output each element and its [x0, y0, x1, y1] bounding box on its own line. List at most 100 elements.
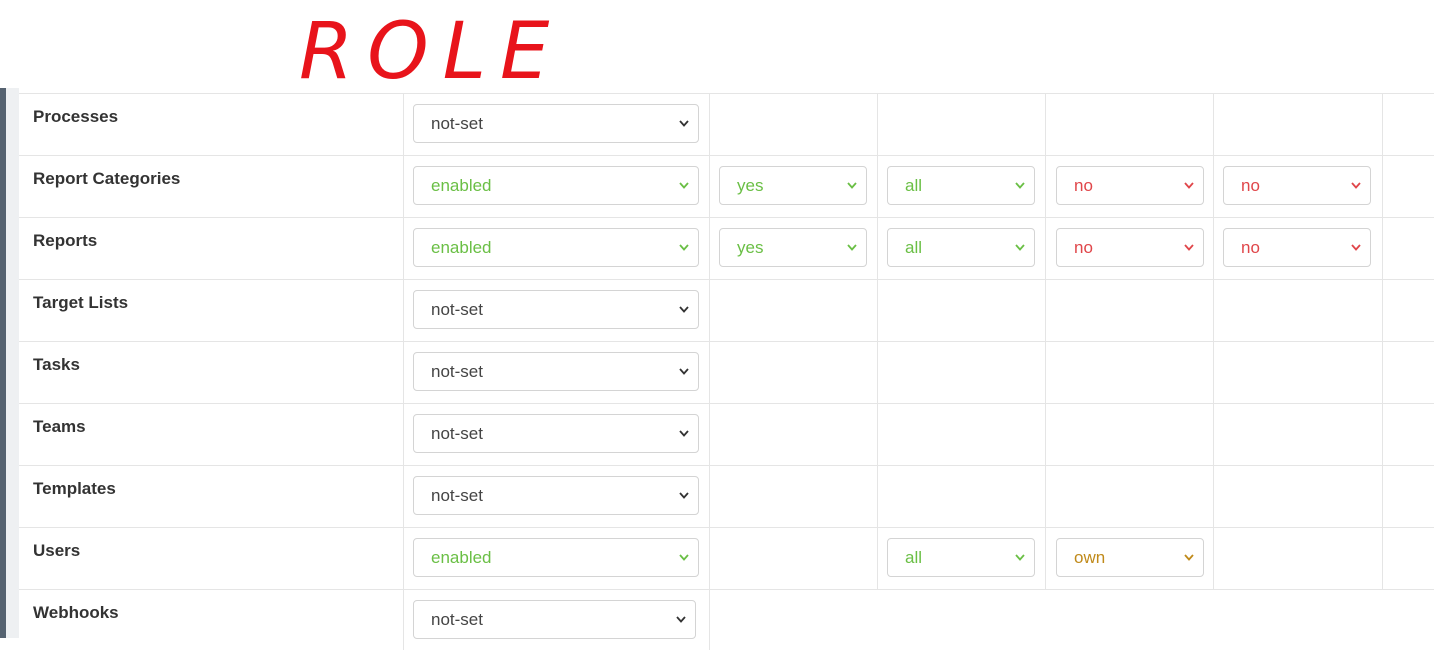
permission-row: Report Categories enabled yes all no no — [19, 156, 1434, 218]
select-value: not-set — [431, 114, 483, 133]
chevron-down-icon — [678, 291, 690, 342]
permission-select[interactable]: not-set — [413, 600, 696, 639]
column-divider — [709, 218, 710, 279]
chevron-down-icon — [678, 229, 690, 280]
scope-label: Teams — [33, 417, 86, 436]
permission-select[interactable]: no — [1223, 166, 1371, 205]
permission-select[interactable]: no — [1223, 228, 1371, 267]
column-divider — [1045, 280, 1046, 341]
chevron-down-icon — [678, 539, 690, 590]
permission-select[interactable]: not-set — [413, 104, 699, 143]
scope-label: Report Categories — [33, 169, 181, 188]
column-divider — [1045, 404, 1046, 465]
chevron-down-icon — [1014, 229, 1026, 280]
permission-row: Target Lists not-set — [19, 280, 1434, 342]
permission-select[interactable]: no — [1056, 166, 1204, 205]
permission-select[interactable]: not-set — [413, 290, 699, 329]
chevron-down-icon — [675, 601, 687, 652]
chevron-down-icon — [1350, 167, 1362, 218]
column-divider — [1213, 156, 1214, 217]
permission-select[interactable]: all — [887, 166, 1035, 205]
chevron-down-icon — [1350, 229, 1362, 280]
chevron-down-icon — [678, 353, 690, 404]
permission-select[interactable]: not-set — [413, 476, 699, 515]
select-value: not-set — [431, 300, 483, 319]
chevron-down-icon — [1183, 539, 1195, 590]
permission-select[interactable]: all — [887, 228, 1035, 267]
chevron-down-icon — [846, 167, 858, 218]
role-annotation: ROLE — [299, 7, 563, 95]
column-divider — [1045, 528, 1046, 589]
select-value: all — [905, 176, 923, 195]
column-divider — [709, 342, 710, 403]
column-divider — [877, 466, 878, 527]
column-divider — [403, 280, 404, 341]
permission-row: Teams not-set — [19, 404, 1434, 466]
column-divider — [877, 94, 878, 155]
column-divider — [709, 404, 710, 465]
chevron-down-icon — [1014, 539, 1026, 590]
column-divider — [1382, 528, 1383, 589]
chevron-down-icon — [678, 167, 690, 218]
select-value: no — [1241, 176, 1260, 195]
select-value: no — [1241, 238, 1260, 257]
left-pane-edge — [6, 88, 19, 638]
chevron-down-icon — [1183, 167, 1195, 218]
scope-label: Target Lists — [33, 293, 129, 312]
column-divider — [403, 218, 404, 279]
permission-select[interactable]: enabled — [413, 228, 699, 267]
scope-label: Processes — [33, 107, 119, 126]
select-value: not-set — [431, 486, 483, 505]
chevron-down-icon — [1183, 229, 1195, 280]
column-divider — [877, 218, 878, 279]
permission-select[interactable]: own — [1056, 538, 1204, 577]
chevron-down-icon — [678, 105, 690, 156]
column-divider — [1213, 404, 1214, 465]
permission-row: Users enabled all own — [19, 528, 1434, 590]
select-value: yes — [737, 238, 764, 257]
permission-select[interactable]: yes — [719, 166, 867, 205]
column-divider — [1213, 280, 1214, 341]
annotation-text: ROLE — [299, 7, 563, 95]
column-divider — [1045, 342, 1046, 403]
permission-select[interactable]: enabled — [413, 538, 699, 577]
column-divider — [1213, 528, 1214, 589]
scope-label: Webhooks — [33, 603, 119, 622]
column-divider — [709, 528, 710, 589]
scope-label: Tasks — [33, 355, 80, 374]
column-divider — [1213, 218, 1214, 279]
column-divider — [1382, 466, 1383, 527]
scope-label: Reports — [33, 231, 98, 250]
permission-select[interactable]: enabled — [413, 166, 699, 205]
permission-select[interactable]: no — [1056, 228, 1204, 267]
permission-select[interactable]: all — [887, 538, 1035, 577]
column-divider — [709, 156, 710, 217]
permission-select[interactable]: yes — [719, 228, 867, 267]
column-divider — [877, 156, 878, 217]
permission-select[interactable]: not-set — [413, 414, 699, 453]
select-value: all — [905, 238, 923, 257]
column-divider — [403, 590, 404, 650]
column-divider — [1213, 466, 1214, 527]
chevron-down-icon — [678, 415, 690, 466]
column-divider — [403, 528, 404, 589]
chevron-down-icon — [678, 477, 690, 528]
column-divider — [403, 404, 404, 465]
select-value: not-set — [431, 424, 483, 443]
column-divider — [403, 466, 404, 527]
column-divider — [1382, 94, 1383, 155]
column-divider — [877, 528, 878, 589]
permission-select[interactable]: not-set — [413, 352, 699, 391]
column-divider — [1045, 218, 1046, 279]
permission-row: Webhooks not-set — [19, 590, 1434, 650]
column-divider — [1213, 342, 1214, 403]
column-divider — [403, 94, 404, 155]
column-divider — [877, 404, 878, 465]
permission-row: Tasks not-set — [19, 342, 1434, 404]
column-divider — [1045, 94, 1046, 155]
permission-row: Reports enabled yes all no no — [19, 218, 1434, 280]
column-divider — [403, 156, 404, 217]
column-divider — [709, 466, 710, 527]
select-value: not-set — [431, 610, 483, 629]
column-divider — [1213, 94, 1214, 155]
